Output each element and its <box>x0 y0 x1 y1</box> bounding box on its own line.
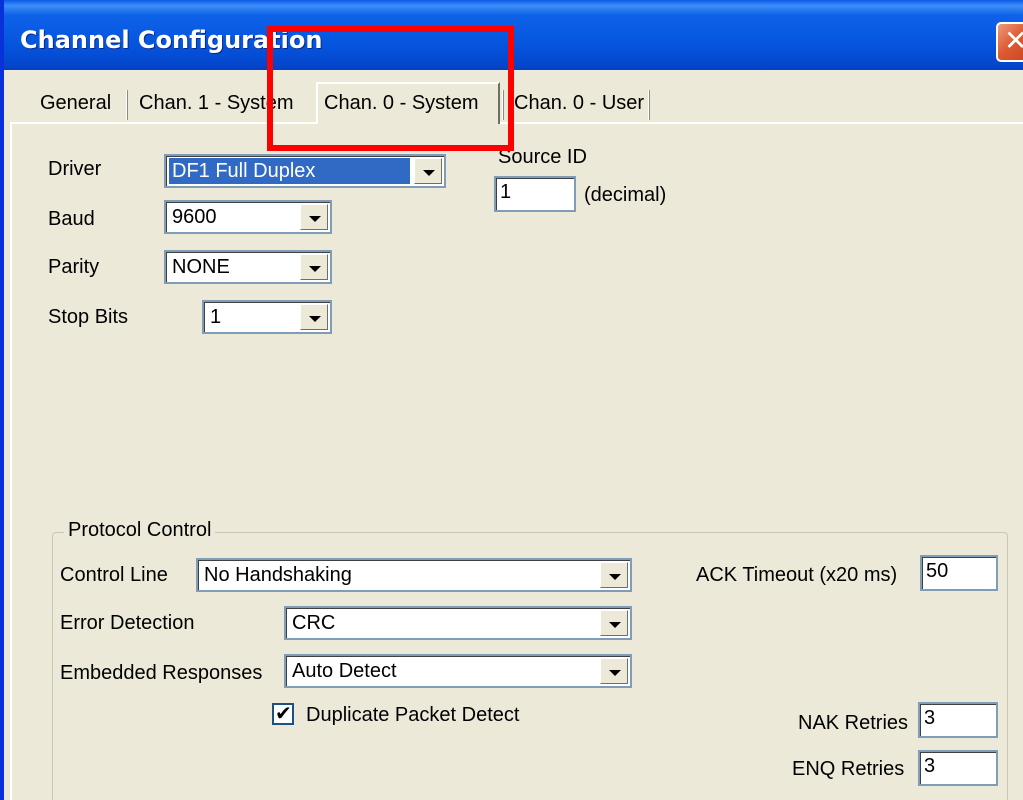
chevron-down-icon[interactable] <box>300 304 328 330</box>
control-line-value: No Handshaking <box>204 564 352 586</box>
enq-retries-label: ENQ Retries <box>792 758 905 780</box>
driver-label: Driver <box>48 158 102 180</box>
ack-timeout-label: ACK Timeout (x20 ms) <box>696 564 898 586</box>
baud-select[interactable]: 9600 <box>164 200 332 234</box>
chevron-down-icon[interactable] <box>600 562 628 588</box>
chevron-down-icon[interactable] <box>300 204 328 230</box>
chevron-down-icon[interactable] <box>300 254 328 280</box>
tab-chan0-user[interactable]: Chan. 0 - User <box>508 86 650 120</box>
tab-separator <box>126 90 128 120</box>
nak-retries-value: 3 <box>924 707 936 729</box>
duplicate-packet-detect-label: Duplicate Packet Detect <box>306 704 520 726</box>
control-line-select[interactable]: No Handshaking <box>196 558 632 592</box>
ack-timeout-value: 50 <box>926 560 949 582</box>
driver-value: DF1 Full Duplex <box>169 158 410 184</box>
checkmark-icon: ✔ <box>275 701 292 725</box>
parity-label: Parity <box>48 256 100 278</box>
error-detection-select[interactable]: CRC <box>284 606 632 640</box>
ack-timeout-input[interactable]: 50 <box>920 555 998 591</box>
baud-value: 9600 <box>172 206 217 228</box>
close-icon: ✕ <box>1004 24 1023 57</box>
tab-strip: General Chan. 1 - System Chan. 0 - Syste… <box>26 82 1023 124</box>
stop-bits-label: Stop Bits <box>48 306 129 328</box>
annotation-highlight-box <box>267 26 514 151</box>
embedded-responses-value: Auto Detect <box>292 660 397 682</box>
enq-retries-value: 3 <box>924 755 936 777</box>
stop-bits-select[interactable]: 1 <box>202 300 332 334</box>
duplicate-packet-detect-checkbox[interactable]: ✔ <box>272 701 294 725</box>
chevron-down-icon[interactable] <box>414 158 442 184</box>
protocol-control-title: Protocol Control <box>64 519 216 542</box>
parity-value: NONE <box>172 256 230 278</box>
nak-retries-input[interactable]: 3 <box>918 702 998 738</box>
driver-select[interactable]: DF1 Full Duplex <box>164 154 446 188</box>
nak-retries-label: NAK Retries <box>798 712 909 734</box>
tab-general[interactable]: General <box>34 86 117 120</box>
error-detection-label: Error Detection <box>60 612 195 634</box>
embedded-responses-label: Embedded Responses <box>60 662 263 684</box>
parity-select[interactable]: NONE <box>164 250 332 284</box>
close-button[interactable]: ✕ <box>996 22 1023 62</box>
source-id-value: 1 <box>500 181 512 203</box>
enq-retries-input[interactable]: 3 <box>918 750 998 786</box>
baud-label: Baud <box>48 208 95 230</box>
error-detection-value: CRC <box>292 612 336 634</box>
stop-bits-value: 1 <box>210 306 222 328</box>
control-line-label: Control Line <box>60 564 168 586</box>
chevron-down-icon[interactable] <box>600 658 628 684</box>
source-id-input[interactable]: 1 <box>494 176 576 212</box>
source-id-unit: (decimal) <box>584 184 667 206</box>
chevron-down-icon[interactable] <box>600 610 628 636</box>
embedded-responses-select[interactable]: Auto Detect <box>284 654 632 688</box>
tab-separator <box>648 90 650 120</box>
